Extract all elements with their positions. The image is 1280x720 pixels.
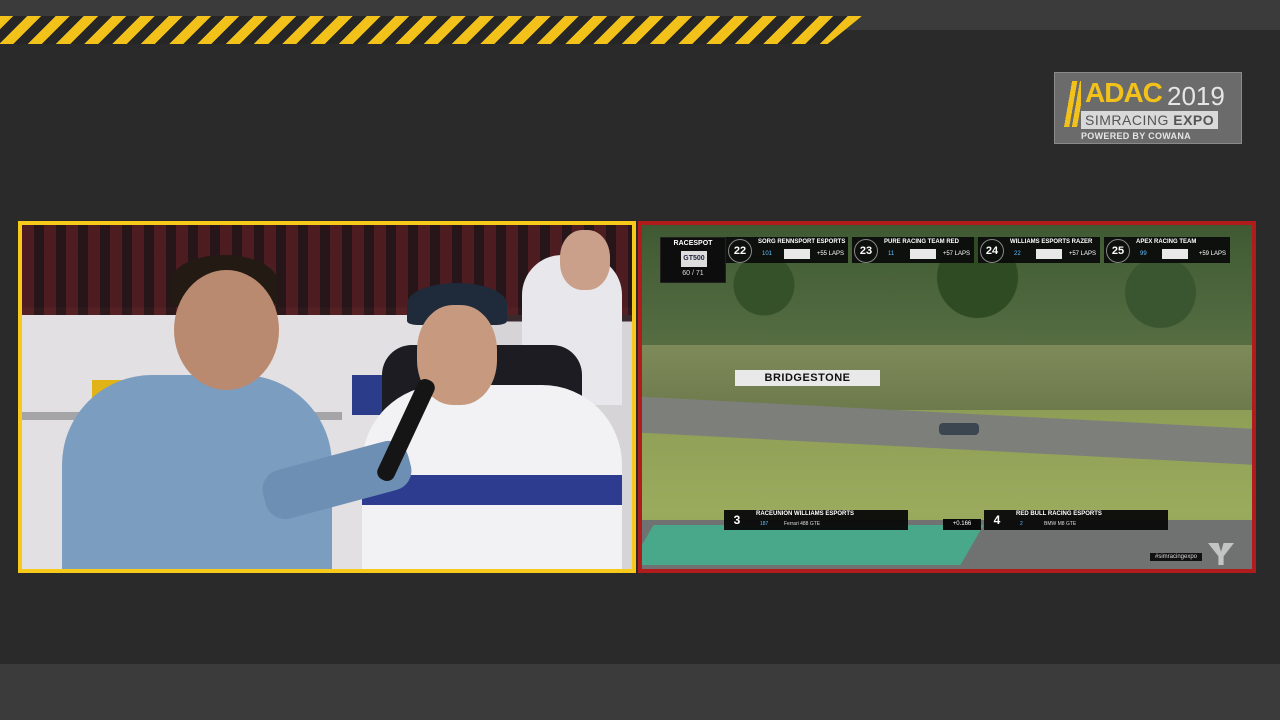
standing-gap: +55 LAPS xyxy=(816,251,844,257)
standing-team: SORG RENNSPORT ESPORTS xyxy=(758,239,846,245)
trackside-banner: BRIDGESTONE xyxy=(735,370,880,386)
standing-team: APEX RACING TEAM xyxy=(1136,239,1197,245)
standing-car-number: 22 xyxy=(1014,251,1021,257)
battle-team: RACEUNION WILLIAMS ESPORTS xyxy=(756,511,855,517)
standing-team: PURE RACING TEAM RED xyxy=(884,239,960,245)
battle-position: 3 xyxy=(733,513,741,527)
battle-position: 4 xyxy=(993,513,1001,527)
battle-car-number: 187 xyxy=(760,521,769,527)
curb xyxy=(642,525,984,565)
standing-position: 22 xyxy=(728,239,752,263)
team-logo-icon xyxy=(1036,249,1062,259)
background-person-head xyxy=(560,230,610,290)
logo-brand: ADAC xyxy=(1085,77,1163,108)
standing-gap: +59 LAPS xyxy=(1198,251,1226,257)
standing-gap: +57 LAPS xyxy=(1068,251,1096,257)
lap-counter: 60 / 71 xyxy=(682,270,704,277)
standing-entry: 23 PURE RACING TEAM RED 11 +57 LAPS xyxy=(852,237,974,263)
standing-position: 25 xyxy=(1106,239,1130,263)
bottom-strip xyxy=(0,664,1280,720)
team-logo-icon xyxy=(784,249,810,259)
broadcast-brand: RACESPOT xyxy=(673,240,713,247)
logo-powered-by: POWERED BY COWANA xyxy=(1081,131,1191,141)
logo-subtitle: SIMRACING EXPO xyxy=(1081,111,1219,129)
standing-position: 23 xyxy=(854,239,878,263)
battle-interval: +0.166 xyxy=(943,519,981,530)
logo-slash-icon xyxy=(1063,81,1081,127)
logo-sub-simracing: SIMRACING xyxy=(1085,112,1169,128)
standing-gap: +57 LAPS xyxy=(942,251,970,257)
logo-sub-expo: EXPO xyxy=(1173,112,1215,128)
standing-position: 24 xyxy=(980,239,1004,263)
standing-car-number: 11 xyxy=(888,251,895,257)
battle-car-number: 2 xyxy=(1020,521,1023,527)
battle-team: RED BULL RACING ESPORTS xyxy=(1016,511,1102,517)
standing-car-number: 99 xyxy=(1140,251,1147,257)
hazard-stripe-banner xyxy=(0,16,862,44)
team-logo-icon xyxy=(910,249,936,259)
series-logo: GT500 xyxy=(681,251,707,267)
standing-entry: 24 WILLIAMS ESPORTS RAZER 22 +57 LAPS xyxy=(978,237,1100,263)
hashtag-tag: #simracingexpo xyxy=(1150,553,1203,561)
standing-entry: 22 SORG RENNSPORT ESPORTS 101 +55 LAPS xyxy=(726,237,848,263)
host-head xyxy=(174,270,279,390)
camera-feed-panel xyxy=(18,221,636,573)
standing-entry: 25 APEX RACING TEAM 99 +59 LAPS xyxy=(1104,237,1230,263)
battle-car-model: Ferrari 488 GTE xyxy=(784,521,821,527)
standing-car-number: 101 xyxy=(762,251,773,257)
grass-bank xyxy=(642,345,1252,410)
race-car xyxy=(939,423,979,435)
logo-year: 2019 xyxy=(1167,81,1225,111)
race-broadcast-panel: BRIDGESTONE RACESPOT GT500 60 / 71 22 SO… xyxy=(638,221,1256,573)
battle-car-model: BMW M8 GTE xyxy=(1044,521,1077,527)
event-logo: ADAC 2019 SIMRACING EXPO POWERED BY COWA… xyxy=(1054,72,1242,144)
broadcast-badge: RACESPOT GT500 60 / 71 xyxy=(660,237,726,283)
team-logo-icon xyxy=(1162,249,1188,259)
battle-card-right: 4 RED BULL RACING ESPORTS 2 BMW M8 GTE xyxy=(984,510,1168,530)
battle-card-left: 3 RACEUNION WILLIAMS ESPORTS 187 Ferrari… xyxy=(724,510,908,530)
standing-team: WILLIAMS ESPORTS RAZER xyxy=(1010,239,1093,245)
